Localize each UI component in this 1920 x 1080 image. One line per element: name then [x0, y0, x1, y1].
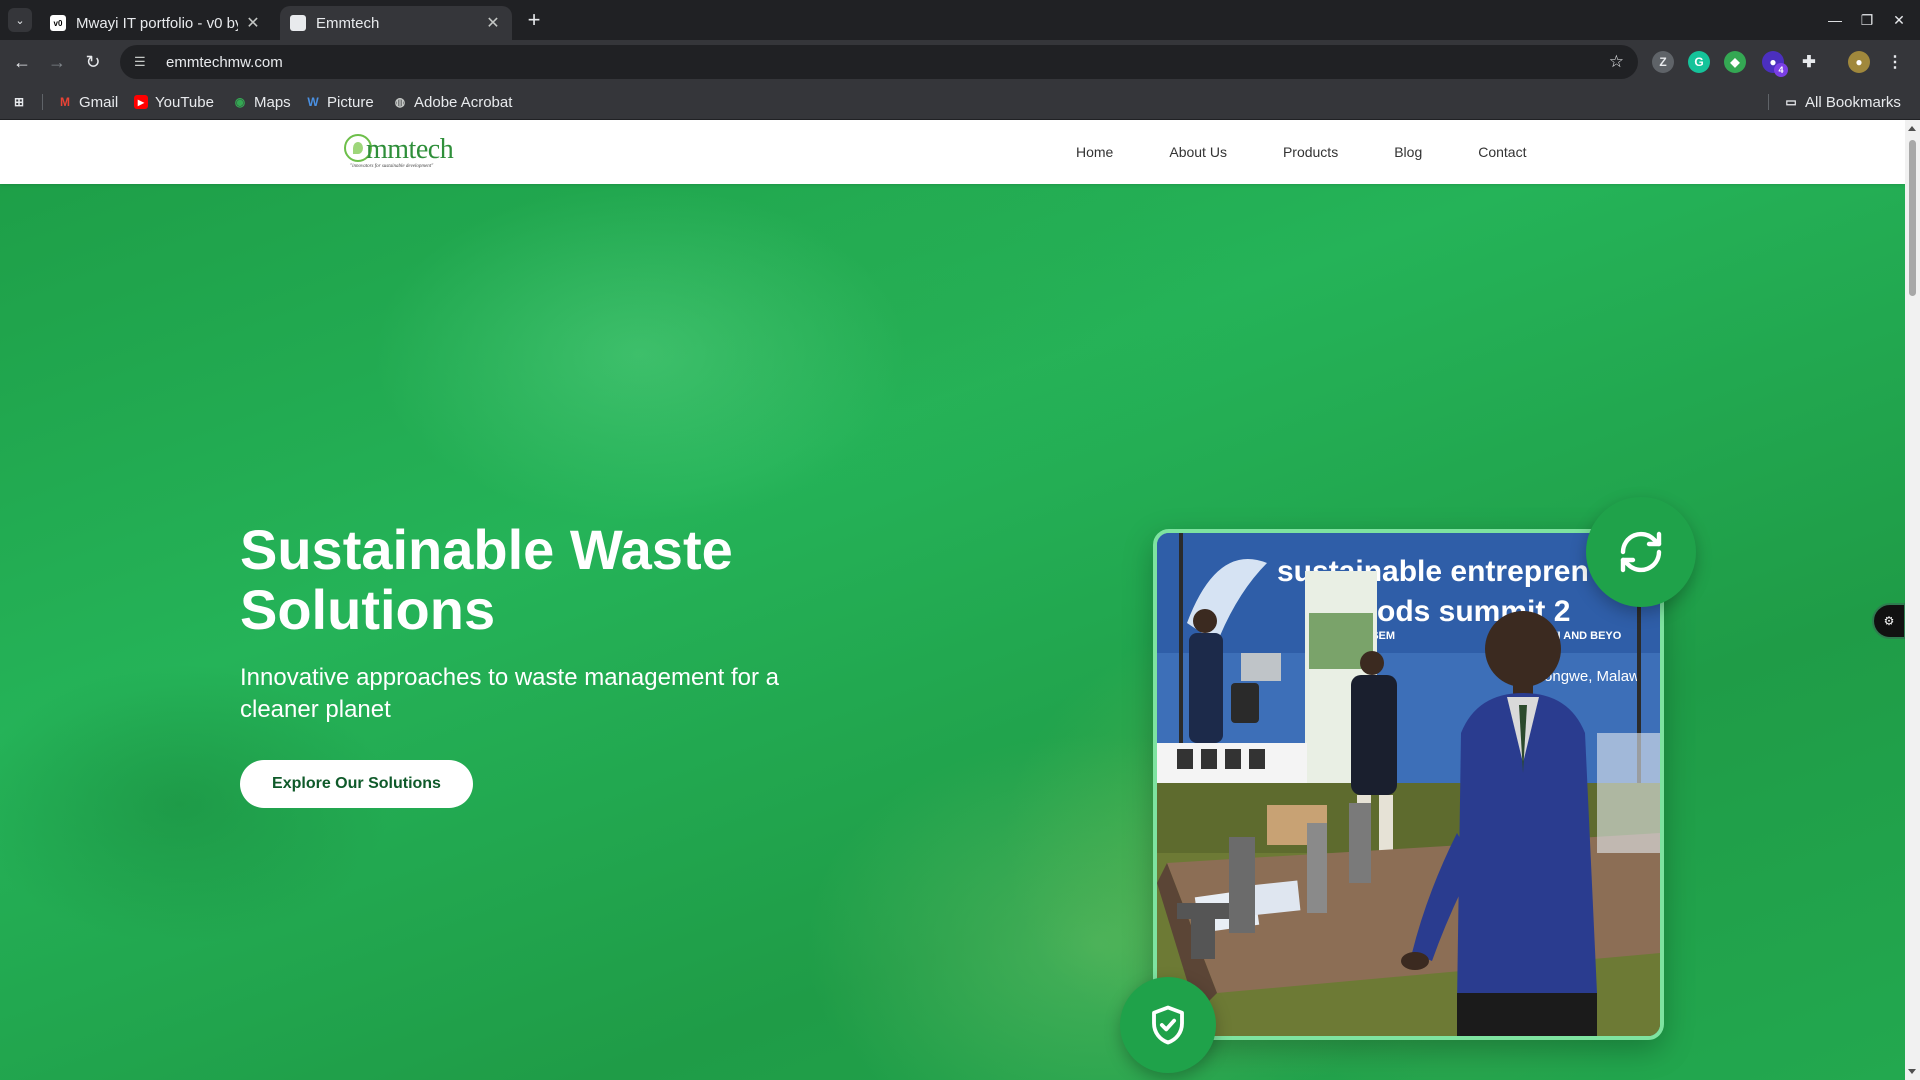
puzzle-icon[interactable]: ✚ [1798, 51, 1820, 73]
extension-badge-icon[interactable]: ● 4 [1762, 51, 1788, 77]
gmail-icon: M [60, 95, 70, 109]
extension-count-badge: 4 [1774, 63, 1788, 77]
recycle-badge [1586, 497, 1696, 607]
new-tab-button[interactable]: + [522, 7, 546, 32]
bookmark-star-icon[interactable]: ☆ [1609, 52, 1624, 72]
nav-about-us[interactable]: About Us [1169, 144, 1227, 160]
chevron-down-icon: ⌄ [15, 14, 25, 27]
scroll-up-icon[interactable] [1908, 126, 1916, 131]
browser-tab-strip: ⌄ v0 Mwayi IT portfolio - v0 by ✕ Emmtec… [0, 0, 1920, 40]
minimize-icon[interactable]: — [1820, 8, 1850, 32]
hero-photo: sustainable entrepren elihoods summit 2 … [1153, 529, 1664, 1040]
site-info-icon[interactable]: ☰ [134, 54, 152, 70]
page-scrollbar[interactable] [1905, 120, 1920, 1080]
reload-icon[interactable]: ↻ [81, 50, 105, 74]
site-header: mmtech "innovators for sustainable devel… [0, 120, 1905, 184]
tab-emmtech[interactable]: Emmtech ✕ [280, 6, 512, 40]
bookmark-maps[interactable]: ◉ Maps [233, 92, 291, 112]
hero-title: Sustainable Waste Solutions [240, 518, 733, 641]
window-close-icon[interactable]: ✕ [1884, 8, 1914, 32]
divider [42, 94, 43, 110]
address-bar[interactable]: ☰ emmtechmw.com ☆ [120, 45, 1638, 79]
nav-blog[interactable]: Blog [1394, 144, 1422, 160]
v0-icon: v0 [50, 15, 66, 31]
hero-subtitle: Innovative approaches to waste managemen… [240, 664, 779, 723]
close-icon[interactable]: ✕ [484, 13, 502, 33]
z-extension-icon[interactable]: Z [1652, 51, 1674, 73]
divider [1768, 94, 1769, 110]
site-logo[interactable]: mmtech "innovators for sustainable devel… [344, 132, 484, 172]
logo-text: mmtech [366, 134, 454, 165]
apps-grid-icon[interactable]: ⊞ [12, 92, 33, 112]
tab-search-button[interactable]: ⌄ [8, 8, 32, 32]
tab-title: Emmtech [316, 14, 380, 32]
nav-home[interactable]: Home [1076, 144, 1113, 160]
main-nav: Home About Us Products Blog Contact [1076, 120, 1582, 184]
hero-section: Sustainable Waste Solutions Innovative a… [0, 184, 1905, 1080]
shield-check-icon [1152, 1005, 1184, 1045]
tab-mwayi-portfolio[interactable]: v0 Mwayi IT portfolio - v0 by ✕ [40, 6, 272, 40]
scrollbar-thumb[interactable] [1909, 140, 1916, 296]
forward-icon[interactable]: → [45, 50, 69, 74]
tab-title: Mwayi IT portfolio - v0 by [76, 14, 238, 32]
grammarly-icon[interactable]: G [1688, 51, 1710, 73]
picture-icon: W [307, 95, 319, 109]
floating-widget-icon[interactable]: ⚙ [1872, 603, 1905, 639]
bookmark-gmail[interactable]: M Gmail [58, 92, 118, 112]
bookmarks-bar: ⊞ M Gmail ▶ YouTube ◉ Maps W Picture ◍ A… [0, 84, 1920, 120]
bookmark-adobe-acrobat[interactable]: ◍ Adobe Acrobat [393, 92, 513, 112]
maps-icon: ◉ [234, 95, 246, 109]
explore-solutions-button[interactable]: Explore Our Solutions [240, 760, 473, 808]
bookmark-picture[interactable]: W Picture [306, 92, 373, 112]
browser-toolbar: ← → ↻ ☰ emmtechmw.com ☆ Z G ◆ ● 4 ✚ ● ⋮ [0, 40, 1920, 84]
close-icon[interactable]: ✕ [244, 13, 262, 33]
nav-contact[interactable]: Contact [1478, 144, 1526, 160]
security-badge [1120, 977, 1216, 1073]
url-text[interactable]: emmtechmw.com [166, 54, 1609, 71]
refresh-icon [1620, 531, 1662, 573]
menu-kebab-icon[interactable]: ⋮ [1884, 51, 1906, 73]
back-icon[interactable]: ← [10, 50, 34, 74]
page-icon [290, 15, 306, 31]
page-viewport: mmtech "innovators for sustainable devel… [0, 120, 1905, 1080]
youtube-icon: ▶ [134, 95, 148, 109]
avatar[interactable]: ● [1848, 51, 1870, 73]
bookmark-youtube[interactable]: ▶ YouTube [134, 92, 214, 112]
restore-icon[interactable]: ❐ [1852, 8, 1882, 32]
nav-products[interactable]: Products [1283, 144, 1338, 160]
folder-icon: ▭ [1785, 95, 1797, 109]
all-bookmarks[interactable]: ▭ All Bookmarks [1784, 92, 1901, 112]
globe-icon: ◍ [394, 95, 406, 109]
logo-tagline: "innovators for sustainable development" [350, 164, 434, 169]
scroll-down-icon[interactable] [1908, 1069, 1916, 1074]
summit-photo-illustration: sustainable entrepren elihoods summit 2 … [1157, 533, 1660, 1036]
extension-icon[interactable]: ◆ [1724, 51, 1746, 73]
